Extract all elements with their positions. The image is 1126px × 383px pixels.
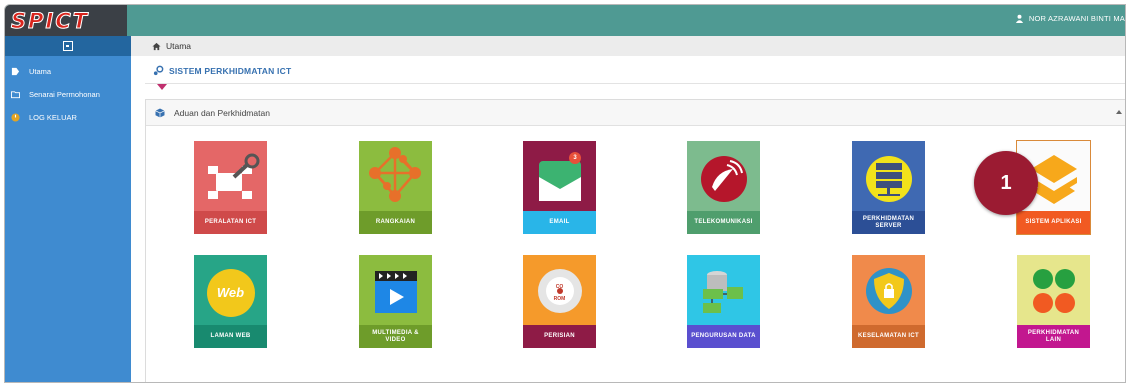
services-panel: Aduan dan Perkhidmatan <box>145 99 1125 382</box>
envelope-icon <box>523 141 596 211</box>
sidebar-item-log-keluar[interactable]: LOG KELUAR <box>5 106 131 129</box>
tile-label: RANGKAIAN <box>359 211 432 234</box>
tile-pengurusan-data[interactable]: PENGURUSAN DATA <box>687 255 760 348</box>
tile-perkhidmatan-server[interactable]: PERKHIDMATAN SERVER <box>852 141 925 234</box>
home-icon <box>152 42 161 50</box>
folder-icon <box>11 91 20 99</box>
breadcrumb: Utama <box>131 36 1125 56</box>
tile-label: SISTEM APLIKASI <box>1017 211 1090 234</box>
tile-rangkaian[interactable]: RANGKAIAN <box>359 141 432 234</box>
email-count-badge: 3 <box>573 155 577 161</box>
sidebar-item-label: LOG KELUAR <box>29 113 77 122</box>
tile-label: KESELAMATAN ICT <box>852 325 925 348</box>
title-caret <box>157 84 167 90</box>
video-play-icon <box>359 255 432 325</box>
page-title-text: SISTEM PERKHIDMATAN ICT <box>169 65 292 76</box>
cd-rom-icon-text: CO ROM <box>553 284 566 302</box>
cogs-icon <box>153 65 164 76</box>
hardware-icon <box>194 141 267 211</box>
tile-label: PERKHIDMATAN SERVER <box>852 211 925 234</box>
title-divider <box>145 83 1125 84</box>
tile-keselamatan-ict[interactable]: KESELAMATAN ICT <box>852 255 925 348</box>
sidebar-collapse-button[interactable] <box>5 36 131 56</box>
tile-peralatan-ict[interactable]: PERALATAN ICT <box>194 141 267 234</box>
tile-laman-web[interactable]: Web LAMAN WEB <box>194 255 267 348</box>
power-icon <box>11 113 20 122</box>
user-icon <box>1015 14 1023 23</box>
other-services-icon <box>1017 255 1090 325</box>
tile-label: TELEKOMUNIKASI <box>687 211 760 234</box>
network-icon <box>359 141 432 211</box>
app-window: SPICT NOR AZRAWANI BINTI MA Utama Senara… <box>4 4 1126 383</box>
user-name: NOR AZRAWANI BINTI MA <box>1028 14 1125 23</box>
tile-label: PERKHIDMATAN LAIN <box>1017 325 1090 348</box>
page-title: SISTEM PERKHIDMATAN ICT <box>153 65 291 76</box>
tile-label: PERALATAN ICT <box>194 211 267 234</box>
sidebar-item-utama[interactable]: Utama <box>5 60 131 83</box>
sidebar-item-label: Senarai Permohonan <box>29 90 100 99</box>
tile-perisian[interactable]: CO ROM PERISIAN <box>523 255 596 348</box>
tile-perkhidmatan-lain[interactable]: PERKHIDMATAN LAIN <box>1017 255 1090 348</box>
app-logo[interactable]: SPICT <box>5 5 127 36</box>
tile-telekomunikasi[interactable]: TELEKOMUNIKASI <box>687 141 760 234</box>
user-menu[interactable]: NOR AZRAWANI BINTI MA <box>1015 14 1125 23</box>
tile-label: LAMAN WEB <box>194 325 267 348</box>
panel-collapse-icon[interactable] <box>1116 110 1122 114</box>
tile-multimedia-video[interactable]: MULTIMEDIA & VIDEO <box>359 255 432 348</box>
collapse-icon <box>63 41 73 51</box>
web-icon-text: Web <box>216 285 245 300</box>
sidebar: Utama Senarai Permohonan LOG KELUAR <box>5 36 131 382</box>
panel-header: Aduan dan Perkhidmatan <box>146 100 1125 126</box>
step-annotation-badge: 1 <box>974 151 1038 215</box>
security-shield-icon <box>852 255 925 325</box>
tile-label: PENGURUSAN DATA <box>687 325 760 348</box>
panel-title: Aduan dan Perkhidmatan <box>174 107 270 118</box>
cube-icon <box>155 108 165 117</box>
tile-label: PERISIAN <box>523 325 596 348</box>
tile-email[interactable]: 3 EMAIL <box>523 141 596 234</box>
breadcrumb-link-utama[interactable]: Utama <box>166 41 191 51</box>
satellite-dish-icon <box>687 141 760 211</box>
server-icon <box>852 141 925 211</box>
sidebar-item-senarai-permohonan[interactable]: Senarai Permohonan <box>5 83 131 106</box>
tag-icon <box>11 67 20 76</box>
database-icon <box>687 255 760 325</box>
logo-text: SPICT <box>10 8 90 33</box>
top-bar: SPICT NOR AZRAWANI BINTI MA <box>5 5 1125 36</box>
tile-label: EMAIL <box>523 211 596 234</box>
sidebar-item-label: Utama <box>29 67 52 76</box>
tile-label: MULTIMEDIA & VIDEO <box>359 325 432 348</box>
